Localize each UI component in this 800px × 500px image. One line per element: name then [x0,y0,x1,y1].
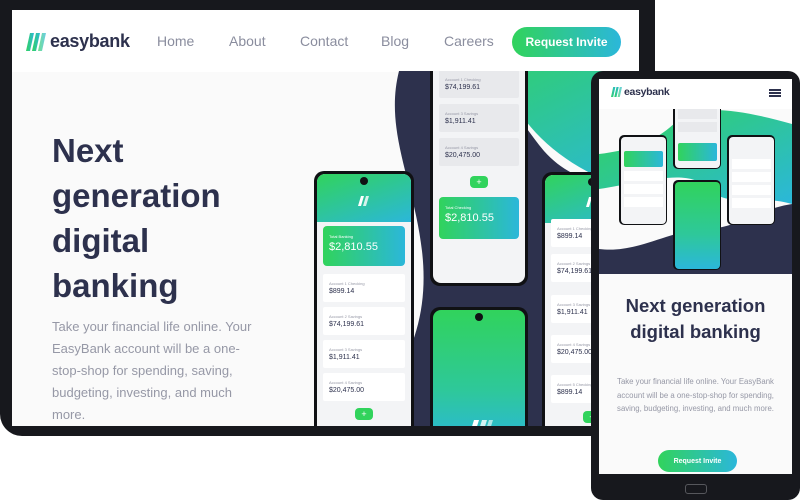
logo-mark-icon [26,32,46,51]
desktop-screen: easybank Home About Contact Blog Careers… [12,10,639,426]
mini-phone-left [619,135,667,225]
hamburger-icon[interactable] [769,89,781,97]
phone-mockup-center-bottom [430,307,528,426]
nav-links: Home About Contact Blog Careers [157,33,504,49]
total-checking-card: Total Checking $2,810.55 [439,197,519,239]
phone-mockup-left: Total Banking $2,810.55 Account 1 Checki… [314,171,414,426]
account-row: Account 3 Savings $1,911.41 [439,104,519,132]
brand-logo[interactable]: easybank [26,31,130,52]
mobile-device-frame: easybank Next generation digital banking… [591,71,800,500]
nav-link-home[interactable]: Home [157,33,229,49]
mobile-hero-description: Take your financial life online. Your Ea… [617,377,774,413]
brand-name: easybank [50,31,130,51]
hero-illustration: Total Banking $2,810.55 Account 1 Checki… [294,71,639,426]
plus-icon[interactable]: + [355,408,373,420]
mini-phone-right [727,135,775,225]
nav-link-about[interactable]: About [229,33,300,49]
desktop-device-frame: easybank Home About Contact Blog Careers… [0,0,655,436]
home-button[interactable] [685,484,707,494]
nav-link-blog[interactable]: Blog [381,33,444,49]
mobile-header: easybank [599,79,792,109]
logo-mark-icon [611,87,622,97]
total-balance-card: Total Banking $2,810.55 [323,226,405,266]
account-row: Account 1 Checking $74,199.61 [439,71,519,98]
request-invite-button[interactable]: Request Invite [512,27,621,57]
mobile-request-invite-button[interactable]: Request Invite [658,450,737,472]
app-logo-icon [472,420,493,426]
mobile-brand-logo[interactable]: easybank [611,86,670,98]
plus-icon[interactable]: + [470,176,488,188]
mobile-hero-illustration [599,109,792,274]
account-row: Account 4 Savings $20,475.00 [439,138,519,166]
account-row: Account 4 Savings $20,475.00 [323,373,405,401]
nav-link-contact[interactable]: Contact [300,33,381,49]
brand-name: easybank [624,86,670,98]
mobile-screen: easybank Next generation digital banking… [599,79,792,474]
account-row: Account 1 Checking $899.14 [323,274,405,302]
hero-description: Take your financial life online. Your Ea… [52,319,252,422]
hero-title: Next generation digital banking [52,132,221,304]
app-logo-icon [358,196,369,206]
header-nav: easybank Home About Contact Blog Careers… [12,10,639,72]
account-row: Account 2 Savings $74,199.61 [323,307,405,335]
mobile-hero-title: Next generation digital banking [625,295,766,342]
phone-mockup-center-top: Account 1 Checking $74,199.61 Account 3 … [430,71,528,286]
nav-link-careers[interactable]: Careers [444,33,504,49]
account-row: Account 3 Savings $1,911.41 [323,340,405,368]
mini-phone-center-top [673,109,721,169]
mini-phone-center-bottom [673,180,721,270]
